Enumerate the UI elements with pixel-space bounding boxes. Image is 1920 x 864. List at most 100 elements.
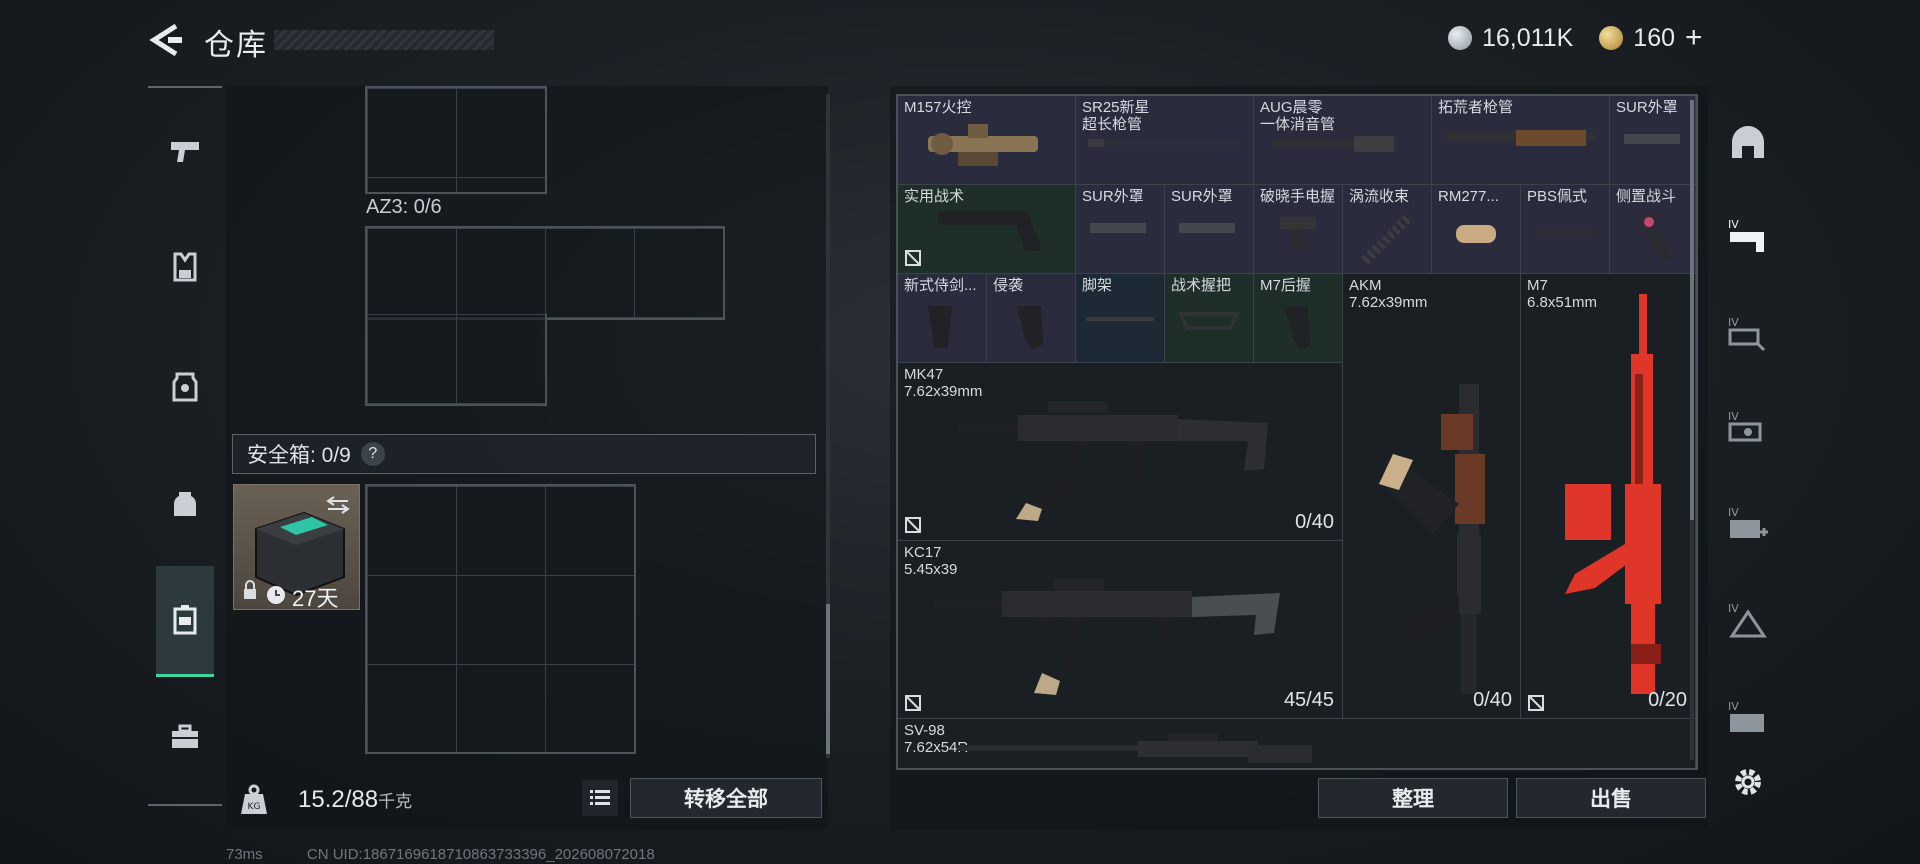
- backpack-icon: [174, 492, 196, 516]
- svg-text:IV: IV: [1728, 316, 1739, 329]
- rifle-stack-icon: IV: [1728, 218, 1764, 252]
- sort-button[interactable]: 整理: [1318, 778, 1508, 818]
- back-button[interactable]: [148, 22, 184, 58]
- safe-box-header: 安全箱: 0/9 ?: [232, 434, 816, 474]
- safe-box-days: 27天: [292, 586, 339, 611]
- tab-ammo[interactable]: IV: [1718, 590, 1778, 650]
- m7-rifle-image: [1565, 294, 1661, 694]
- akm-rifle-image: [1379, 294, 1485, 694]
- svg-text:KG: KG: [248, 802, 261, 812]
- silver-coin-icon: [1448, 26, 1472, 50]
- item-aug-suppressor[interactable]: AUG晨零 一体消音管: [1254, 96, 1432, 185]
- svg-text:IV: IV: [1728, 506, 1739, 519]
- vest-icon: [173, 252, 197, 282]
- uid: CN UID:1867169618710863733396_2026080720…: [306, 846, 655, 863]
- helmet-icon: [1732, 126, 1764, 158]
- sv98-rifle-image: [958, 733, 1312, 763]
- item-sur-cover-3[interactable]: SUR外罩: [1165, 185, 1254, 274]
- no-insurance-icon: [905, 250, 921, 266]
- item-rm277[interactable]: RM277...: [1432, 185, 1521, 274]
- scope-image: [928, 124, 1038, 166]
- az3-grid-row2[interactable]: [365, 314, 547, 406]
- stash-grid: M157火控 SR25新星 超长枪管 AUG晨零 一体消音管 拓荒者枪管 SUR…: [896, 94, 1698, 770]
- item-m7-rear-grip[interactable]: M7后握: [1254, 274, 1343, 363]
- item-akm[interactable]: AKM 7.62x39mm 0/40: [1343, 274, 1521, 719]
- tab-safe-box[interactable]: [156, 566, 214, 677]
- storage-grid-top[interactable]: [365, 86, 547, 194]
- item-new-sword-grip[interactable]: 新式侍剑...: [898, 274, 987, 363]
- tab-pistol[interactable]: [156, 122, 214, 180]
- tab-helmet[interactable]: [1718, 112, 1778, 172]
- status-bar: 73ms CN UID:1867169618710863733396_20260…: [148, 846, 655, 863]
- medical-icon: IV: [1728, 506, 1768, 538]
- left-sidebar: [148, 86, 222, 806]
- back-arrow-icon: [149, 23, 182, 57]
- item-mk47[interactable]: MK47 7.62x39mm 0/40: [898, 363, 1343, 541]
- item-dawn-flashlight-grip[interactable]: 破晓手电握: [1254, 185, 1343, 274]
- scope-icon: IV: [1728, 410, 1762, 442]
- item-sr25-barrel[interactable]: SR25新星 超长枪管: [1076, 96, 1254, 185]
- item-sv98[interactable]: SV-98 7.62x54R: [898, 719, 1696, 768]
- list-icon: [590, 790, 610, 805]
- svg-text:IV: IV: [1728, 410, 1739, 423]
- item-pioneer-barrel[interactable]: 拓荒者枪管: [1432, 96, 1610, 185]
- item-m7[interactable]: M7 6.8x51mm 0/20: [1521, 274, 1696, 719]
- tab-misc[interactable]: IV: [1718, 688, 1778, 748]
- tab-armor[interactable]: [156, 358, 214, 416]
- weight-icon: KG: [236, 782, 272, 818]
- tab-rifle-attachments[interactable]: IV: [1718, 206, 1778, 266]
- safe-box-icon: [173, 605, 197, 635]
- tab-medical[interactable]: IV: [1718, 494, 1778, 554]
- pistol-icon: [171, 142, 199, 162]
- page-title: 仓库: [204, 29, 268, 62]
- item-sur-cover-1[interactable]: SUR外罩: [1610, 96, 1696, 185]
- ammo-icon: IV: [1728, 602, 1767, 638]
- armor-icon: [172, 372, 198, 402]
- tab-toolbox[interactable]: [156, 708, 214, 766]
- left-scrollbar[interactable]: [826, 94, 830, 758]
- gold-amount: 160: [1633, 23, 1676, 52]
- no-insurance-icon: [905, 695, 921, 711]
- silver-amount: 16,011K: [1482, 23, 1574, 52]
- right-scrollbar[interactable]: [1690, 100, 1694, 760]
- folder-icon: IV: [1728, 700, 1764, 732]
- ping: 73ms: [226, 846, 263, 863]
- item-tactical-stock[interactable]: 实用战术: [898, 185, 1076, 274]
- tab-scopes[interactable]: IV: [1718, 398, 1778, 458]
- no-insurance-icon: [1528, 695, 1544, 711]
- list-view-button[interactable]: [582, 780, 618, 816]
- item-pbs-suppressor[interactable]: PBS佩式: [1521, 185, 1610, 274]
- item-sur-cover-2[interactable]: SUR外罩: [1076, 185, 1165, 274]
- kc17-rifle-image: [934, 579, 1280, 695]
- item-vortex-compensator[interactable]: 涡流收束: [1343, 185, 1432, 274]
- add-gold-button[interactable]: +: [1685, 21, 1703, 55]
- transfer-all-button[interactable]: 转移全部: [630, 778, 822, 818]
- safe-box-item[interactable]: 27天: [233, 484, 360, 611]
- tab-backpack[interactable]: [156, 474, 214, 532]
- no-insurance-icon: [905, 517, 921, 533]
- item-m157-scope[interactable]: M157火控: [898, 96, 1076, 185]
- item-kc17[interactable]: KC17 5.45x39 45/45: [898, 541, 1343, 719]
- sell-button[interactable]: 出售: [1516, 778, 1706, 818]
- weight-readout: 15.2/88千克: [298, 786, 413, 813]
- help-icon[interactable]: ?: [360, 442, 385, 466]
- svg-text:IV: IV: [1728, 700, 1739, 713]
- currency-bar: 16,011K 160 +: [1448, 20, 1703, 56]
- weapon-parts-icon: IV: [1728, 316, 1766, 352]
- item-side-combat[interactable]: 侧置战斗: [1610, 185, 1696, 274]
- az3-container-label: AZ3: 0/6: [366, 196, 442, 218]
- svg-text:IV: IV: [1728, 218, 1739, 231]
- gold-coin-icon: [1599, 26, 1624, 50]
- safe-box-grid[interactable]: [365, 484, 636, 754]
- item-bipod[interactable]: 脚架: [1076, 274, 1165, 363]
- mk47-rifle-image: [958, 401, 1268, 521]
- tab-weapon-parts[interactable]: IV: [1718, 304, 1778, 364]
- title-decoration: [274, 30, 494, 50]
- safe-box-label: 安全箱: 0/9: [247, 444, 351, 467]
- item-raid-grip[interactable]: 侵袭: [987, 274, 1076, 363]
- az3-grid-row1[interactable]: [365, 226, 725, 320]
- item-tactical-grip[interactable]: 战术握把: [1165, 274, 1254, 363]
- svg-text:IV: IV: [1728, 602, 1739, 615]
- tab-vest[interactable]: [156, 238, 214, 296]
- settings-button[interactable]: [1718, 752, 1778, 812]
